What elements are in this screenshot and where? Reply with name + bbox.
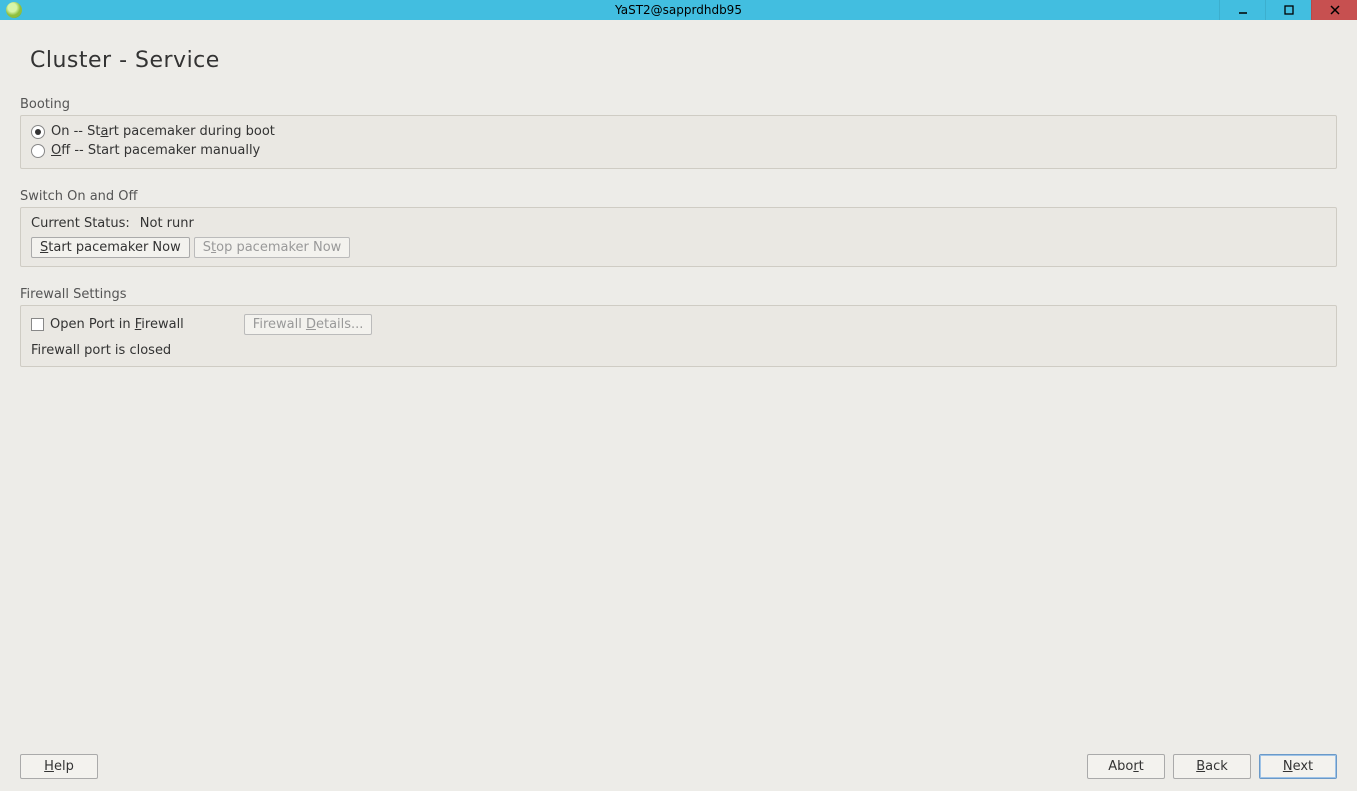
minimize-button[interactable]: [1219, 0, 1265, 20]
app-icon: [6, 2, 22, 18]
boot-on-label: On -- Start pacemaker during boot: [51, 124, 275, 139]
titlebar[interactable]: YaST2@sapprdhdb95: [0, 0, 1357, 20]
boot-off-radio[interactable]: Off -- Start pacemaker manually: [31, 141, 1326, 160]
radio-icon: [31, 144, 45, 158]
close-icon: [1330, 5, 1340, 15]
open-port-label: Open Port in Firewall: [50, 317, 184, 332]
switch-label: Switch On and Off: [20, 189, 1337, 204]
footer: Help Abort Back Next: [20, 754, 1337, 779]
page-title: Cluster - Service: [30, 48, 1337, 73]
maximize-button[interactable]: [1265, 0, 1311, 20]
firewall-group: Open Port in Firewall Firewall Details..…: [20, 305, 1337, 367]
app-body: Cluster - Service Booting On -- Start pa…: [0, 20, 1357, 791]
help-button[interactable]: Help: [20, 754, 98, 779]
stop-pacemaker-button: Stop pacemaker Now: [194, 237, 351, 258]
abort-button[interactable]: Abort: [1087, 754, 1165, 779]
checkbox-icon: [31, 318, 44, 331]
firewall-details-button: Firewall Details...: [244, 314, 373, 335]
open-port-checkbox[interactable]: Open Port in Firewall: [31, 315, 184, 334]
boot-on-radio[interactable]: On -- Start pacemaker during boot: [31, 122, 1326, 141]
window-title: YaST2@sapprdhdb95: [615, 3, 742, 17]
radio-icon: [31, 125, 45, 139]
boot-off-label: Off -- Start pacemaker manually: [51, 143, 260, 158]
minimize-icon: [1238, 5, 1248, 15]
start-pacemaker-button[interactable]: Start pacemaker Now: [31, 237, 190, 258]
firewall-label: Firewall Settings: [20, 287, 1337, 302]
next-button[interactable]: Next: [1259, 754, 1337, 779]
status-value: Not runr: [140, 216, 194, 231]
booting-label: Booting: [20, 97, 1337, 112]
switch-group: Current Status: Not runr Start pacemaker…: [20, 207, 1337, 267]
status-label: Current Status:: [31, 216, 130, 231]
booting-group: On -- Start pacemaker during boot Off --…: [20, 115, 1337, 169]
firewall-status: Firewall port is closed: [31, 337, 1326, 358]
window-controls: [1219, 0, 1357, 20]
close-button[interactable]: [1311, 0, 1357, 20]
status-row: Current Status: Not runr: [31, 214, 1326, 237]
maximize-icon: [1284, 5, 1294, 15]
back-button[interactable]: Back: [1173, 754, 1251, 779]
